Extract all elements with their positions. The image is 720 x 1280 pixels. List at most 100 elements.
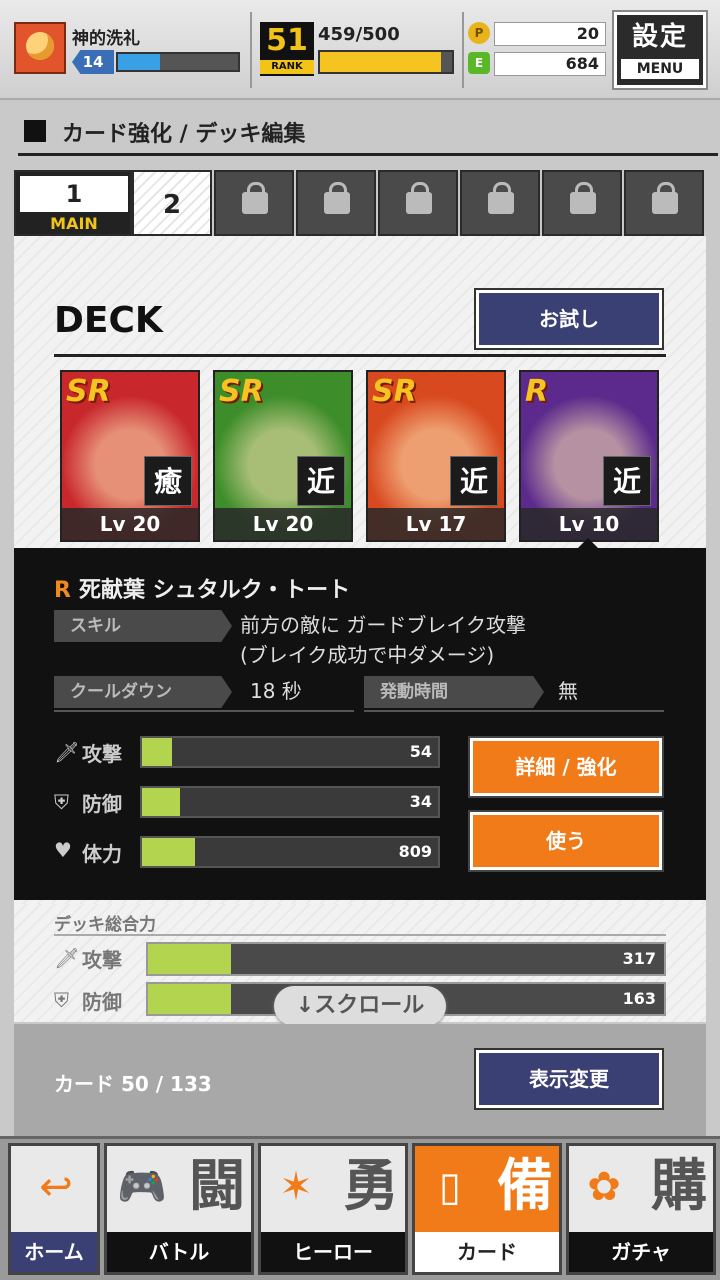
card-type: 近 — [603, 456, 651, 506]
sword-icon: 🗡 — [54, 740, 80, 764]
stat-value-attack: 54 — [409, 742, 432, 761]
deck-card-selected[interactable]: R 近 Lv 10 — [519, 370, 659, 542]
stat-bar-defense: 34 — [140, 786, 440, 818]
card-type: 近 — [450, 456, 498, 506]
card-rarity: SR — [219, 374, 264, 409]
energy-icon: E — [468, 52, 490, 74]
page-title-bar: カード強化 / デッキ編集 — [18, 112, 718, 156]
stat-value-hp: 809 — [398, 842, 432, 861]
total-bar-fill — [148, 984, 231, 1014]
nav-gacha-kanji: 購 — [651, 1154, 707, 1219]
card-icon: ▯ — [438, 1164, 461, 1210]
tab-locked[interactable] — [378, 170, 458, 236]
card-name-text: 死献葉 シュタルク・トート — [78, 578, 351, 603]
deck-divider — [54, 354, 666, 357]
tab-deck-1[interactable]: 1 MAIN — [14, 170, 132, 236]
card-list-bar: カード 50 / 133 表示変更 — [14, 1024, 706, 1136]
nav-card[interactable]: ▯ 備 カード — [412, 1143, 562, 1275]
scroll-hint[interactable]: ↓スクロール — [274, 986, 446, 1026]
player-level-badge: 14 — [72, 50, 114, 74]
sword-icon: 🗡 — [54, 946, 80, 970]
nav-hero-label: ヒーロー — [261, 1232, 405, 1272]
cooldown-value: 18 秒 — [250, 679, 302, 703]
stat-bar-fill — [142, 738, 172, 766]
card-rarity: R — [525, 374, 549, 409]
use-button[interactable]: 使う — [468, 810, 664, 872]
card-name: R 死献葉 シュタルク・トート — [54, 572, 350, 604]
tab-deck-2[interactable]: 2 — [132, 170, 212, 236]
stat-bar-fill — [142, 788, 181, 816]
nav-home[interactable]: ↩ ホーム — [8, 1143, 100, 1275]
tab-locked[interactable] — [214, 170, 294, 236]
total-bar-fill — [148, 944, 231, 974]
hero-icon: ✶ — [279, 1164, 313, 1210]
coin-icon: P — [468, 22, 490, 44]
deck-card[interactable]: SR 近 Lv 20 — [213, 370, 353, 542]
tab-locked[interactable] — [296, 170, 376, 236]
card-level: Lv 20 — [215, 508, 351, 540]
divider — [462, 12, 464, 88]
rank-badge: 51 RANK — [260, 22, 314, 76]
menu-label: MENU — [621, 59, 699, 79]
lock-icon — [488, 182, 514, 214]
lock-icon — [652, 182, 678, 214]
settings-menu-button[interactable]: 設定 MENU — [612, 10, 708, 90]
nav-gacha[interactable]: ✿ 購 ガチャ — [566, 1143, 716, 1275]
divider — [54, 934, 666, 936]
detail-enhance-button[interactable]: 詳細 / 強化 — [468, 736, 664, 798]
tab-locked[interactable] — [624, 170, 704, 236]
rank-label: RANK — [260, 60, 314, 74]
total-value-attack: 317 — [622, 949, 656, 968]
deck-card[interactable]: SR 癒 Lv 20 — [60, 370, 200, 542]
lock-icon — [406, 182, 432, 214]
divider — [364, 710, 664, 712]
player-avatar[interactable] — [14, 22, 66, 74]
stamina-bar — [318, 50, 454, 74]
nav-battle-label: バトル — [107, 1232, 251, 1272]
nav-card-kanji: 備 — [497, 1154, 553, 1219]
tab-1-main-label: MAIN — [50, 214, 98, 233]
deck-card[interactable]: SR 近 Lv 17 — [366, 370, 506, 542]
gacha-icon: ✿ — [587, 1164, 621, 1210]
deck-tabs: 1 MAIN 2 — [14, 170, 706, 236]
card-type: 近 — [297, 456, 345, 506]
total-label-attack: 攻撃 — [82, 948, 122, 972]
card-level: Lv 10 — [521, 508, 657, 540]
card-type: 癒 — [144, 456, 192, 506]
lock-icon — [570, 182, 596, 214]
tab-locked[interactable] — [460, 170, 540, 236]
shield-icon: ⛨ — [54, 988, 69, 1012]
card-count: カード 50 / 133 — [54, 1072, 212, 1096]
divider — [250, 12, 252, 88]
nav-battle-kanji: 闘 — [189, 1154, 245, 1219]
xp-bar — [116, 52, 240, 72]
trial-button[interactable]: お試し — [474, 288, 664, 350]
display-change-button[interactable]: 表示変更 — [474, 1048, 664, 1110]
stat-bar-hp: 809 — [140, 836, 440, 868]
bottom-nav: ↩ ホーム 🎮 闘 バトル ✶ 勇 ヒーロー ▯ 備 カード ✿ 購 ガチャ — [0, 1136, 720, 1280]
title-square-icon — [24, 120, 46, 142]
total-value-defense: 163 — [622, 989, 656, 1008]
card-level: Lv 20 — [62, 508, 198, 540]
gamepad-icon: 🎮 — [117, 1164, 167, 1210]
cooldown-label: クールダウン — [54, 676, 232, 708]
deck-total-title: デッキ総合力 — [54, 915, 156, 935]
total-bar-attack: 317 — [146, 942, 666, 976]
card-detail-panel: R 死献葉 シュタルク・トート スキル 前方の敵に ガードブレイク攻撃 (ブレイク… — [14, 548, 706, 900]
nav-home-label: ホーム — [11, 1232, 97, 1272]
activation-value: 無 — [558, 679, 578, 703]
nav-battle[interactable]: 🎮 闘 バトル — [104, 1143, 254, 1275]
player-name: 神的洗礼 — [72, 29, 140, 49]
stat-label-defense: 防御 — [82, 792, 122, 816]
rank-number: 51 — [266, 23, 308, 58]
card-rarity: SR — [372, 374, 417, 409]
stat-value-defense: 34 — [409, 792, 432, 811]
card-level: Lv 17 — [368, 508, 504, 540]
settings-label: 設定 — [631, 22, 688, 52]
lock-icon — [324, 182, 350, 214]
total-label-defense: 防御 — [82, 990, 122, 1014]
xp-bar-fill — [118, 54, 160, 70]
tab-locked[interactable] — [542, 170, 622, 236]
nav-hero[interactable]: ✶ 勇 ヒーロー — [258, 1143, 408, 1275]
coin-count: 20 — [494, 22, 606, 46]
